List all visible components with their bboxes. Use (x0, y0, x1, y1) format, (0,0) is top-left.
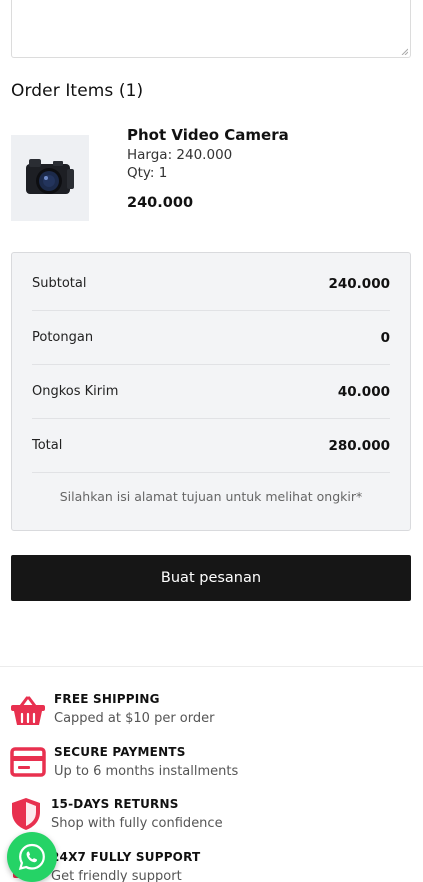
feature-subtitle: Shop with fully confidence (51, 816, 223, 831)
footer-divider (0, 666, 423, 667)
summary-value: 240.000 (328, 275, 391, 292)
summary-row-subtotal: Subtotal 240.000 (32, 257, 390, 311)
summary-row-discount: Potongan 0 (32, 311, 390, 365)
camera-icon (26, 159, 74, 194)
product-price: Harga: 240.000 (127, 147, 233, 163)
feature-secure-payments: SECURE PAYMENTS Up to 6 months installme… (0, 745, 423, 789)
feature-title: 24X7 FULLY SUPPORT (51, 850, 201, 864)
product-line-total: 240.000 (127, 195, 194, 211)
credit-card-icon (10, 745, 46, 779)
order-summary-card: Subtotal 240.000 Potongan 0 Ongkos Kirim… (11, 252, 411, 531)
summary-label: Potongan (32, 330, 94, 345)
summary-value: 0 (380, 329, 390, 346)
product-thumbnail[interactable] (11, 135, 89, 221)
feature-support: 24X7 FULLY SUPPORT Get friendly support (0, 850, 423, 882)
feature-subtitle: Get friendly support (51, 869, 182, 882)
feature-returns: 15-DAYS RETURNS Shop with fully confiden… (0, 797, 423, 841)
feature-subtitle: Up to 6 months installments (54, 764, 239, 779)
product-name[interactable]: Phot Video Camera (127, 126, 289, 144)
order-items-title: Order Items (1) (11, 81, 144, 101)
resize-handle-icon[interactable] (401, 48, 408, 55)
shipping-note: Silahkan isi alamat tujuan untuk melihat… (59, 489, 363, 504)
summary-label: Subtotal (32, 276, 87, 291)
feature-title: 15-DAYS RETURNS (51, 797, 179, 811)
order-notes-textarea[interactable] (11, 0, 411, 58)
summary-row-total: Total 280.000 (32, 419, 390, 473)
summary-row-shipping: Ongkos Kirim 40.000 (32, 365, 390, 419)
product-qty: Qty: 1 (127, 165, 168, 181)
summary-value: 280.000 (328, 437, 391, 454)
feature-title: SECURE PAYMENTS (54, 745, 186, 759)
summary-label: Total (32, 438, 63, 453)
shield-icon (8, 797, 44, 831)
summary-value: 40.000 (337, 383, 390, 400)
place-order-button[interactable]: Buat pesanan (11, 555, 411, 601)
feature-subtitle: Capped at $10 per order (54, 711, 215, 726)
feature-title: FREE SHIPPING (54, 692, 160, 706)
summary-label: Ongkos Kirim (32, 384, 119, 399)
whatsapp-icon (18, 843, 45, 871)
whatsapp-chat-button[interactable] (7, 832, 57, 882)
feature-free-shipping: FREE SHIPPING Capped at $10 per order (0, 692, 423, 736)
basket-icon (10, 694, 46, 728)
